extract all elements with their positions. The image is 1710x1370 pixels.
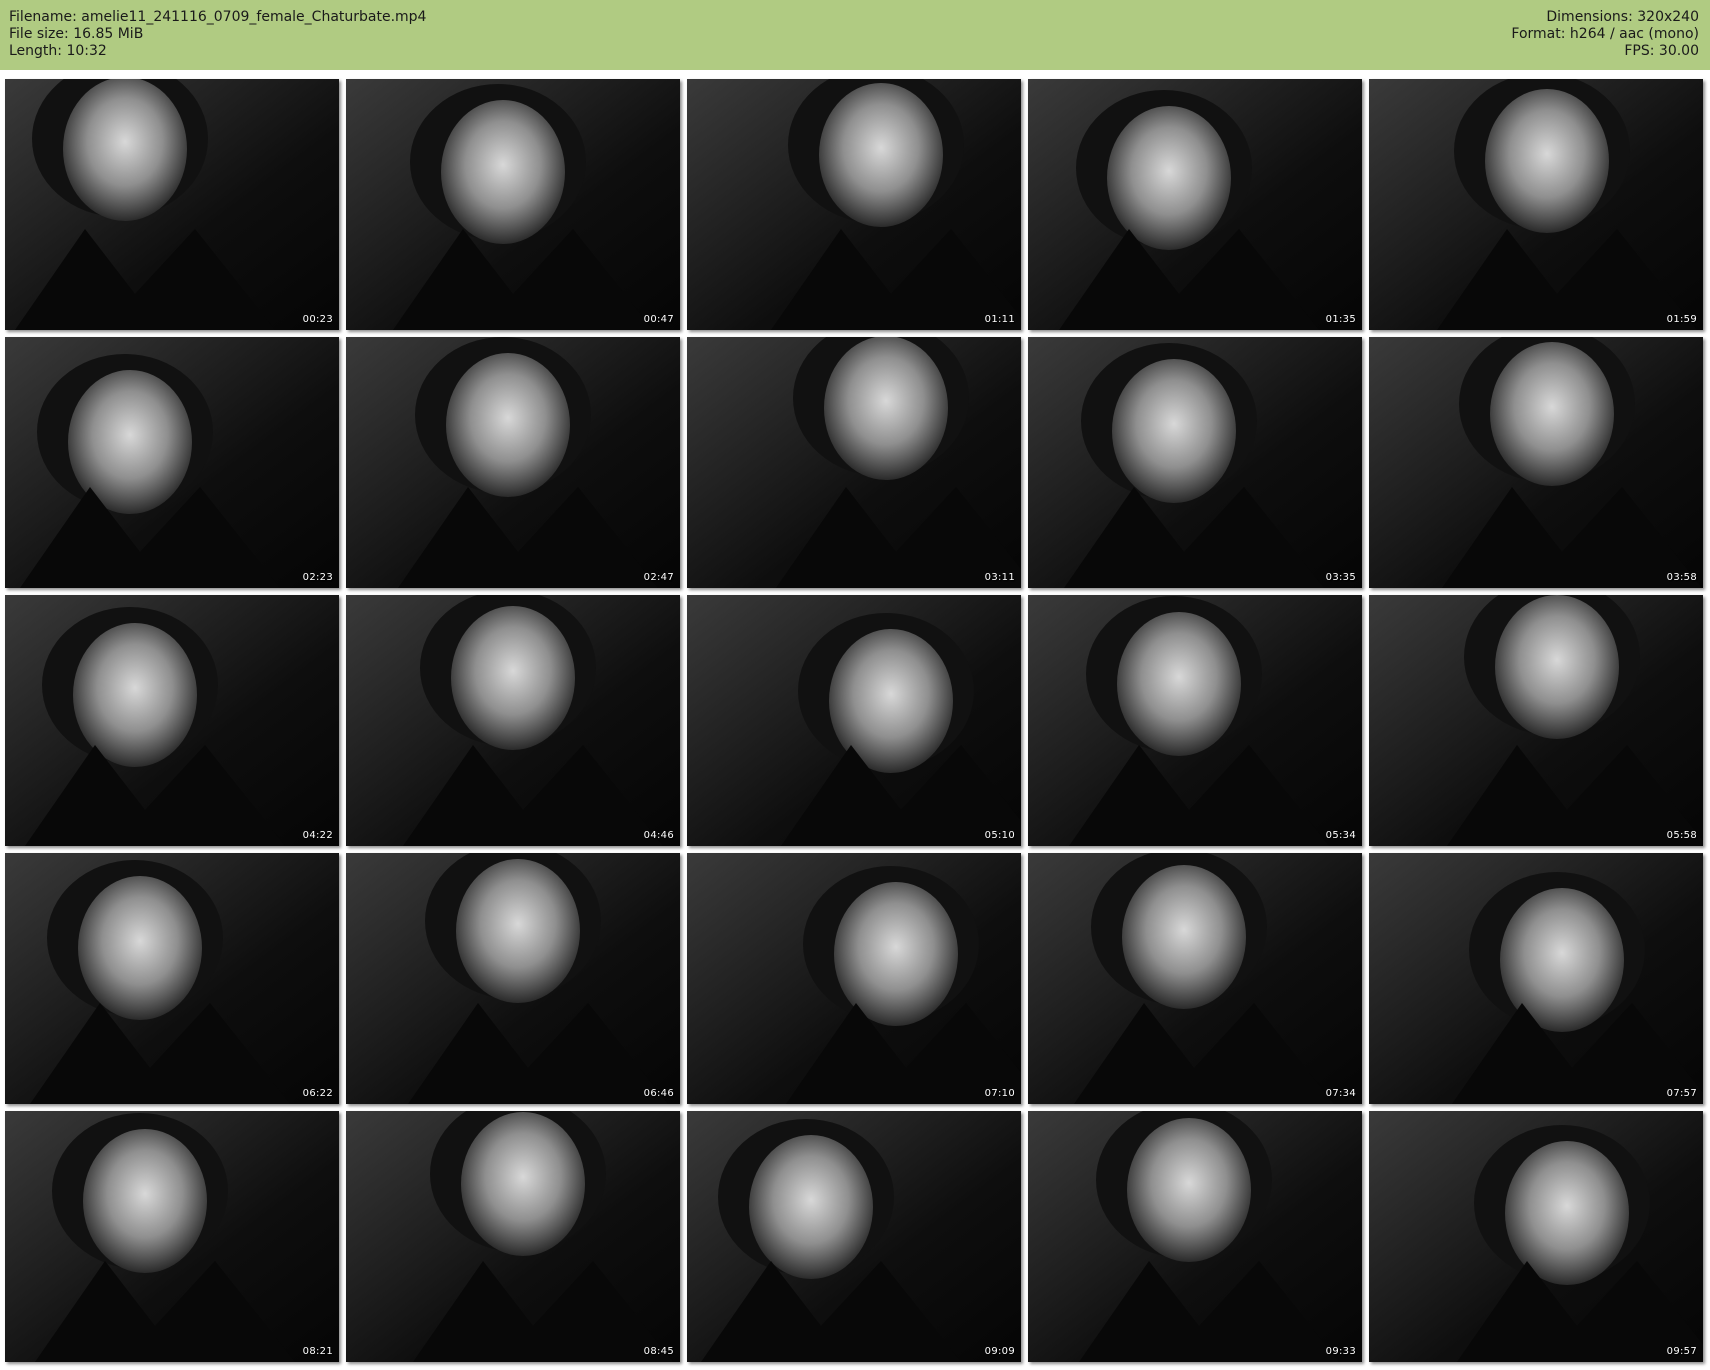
video-thumbnail: 00:23 <box>5 79 339 330</box>
file-info-right: Dimensions: 320x240 Format: h264 / aac (m… <box>1511 9 1699 60</box>
video-thumbnail: 04:46 <box>346 595 680 846</box>
frame-image <box>5 595 339 846</box>
video-thumbnail: 05:58 <box>1369 595 1703 846</box>
timestamp-label: 06:22 <box>302 1088 333 1099</box>
timestamp-label: 07:57 <box>1666 1088 1697 1099</box>
timestamp-label: 01:59 <box>1666 314 1697 325</box>
frame-image <box>687 1111 1021 1362</box>
video-thumbnail: 09:57 <box>1369 1111 1703 1362</box>
format-text: Format: h264 / aac (mono) <box>1511 26 1699 42</box>
timestamp-label: 04:22 <box>302 830 333 841</box>
length-text: Length: 10:32 <box>9 43 107 59</box>
filename-text: Filename: amelie11_241116_0709_female_Ch… <box>9 9 427 25</box>
timestamp-label: 09:09 <box>984 1346 1015 1357</box>
video-thumbnail: 09:33 <box>1028 1111 1362 1362</box>
video-thumbnail: 05:10 <box>687 595 1021 846</box>
frame-image <box>1369 595 1703 846</box>
video-thumbnail: 04:22 <box>5 595 339 846</box>
frame-image <box>687 337 1021 588</box>
timestamp-label: 08:45 <box>643 1346 674 1357</box>
timestamp-label: 08:21 <box>302 1346 333 1357</box>
frame-image <box>1028 595 1362 846</box>
video-thumbnail: 03:58 <box>1369 337 1703 588</box>
frame-image <box>687 853 1021 1104</box>
timestamp-label: 09:33 <box>1325 1346 1356 1357</box>
filesize-text: File size: 16.85 MiB <box>9 26 144 42</box>
frame-image <box>5 853 339 1104</box>
video-thumbnail: 08:21 <box>5 1111 339 1362</box>
video-thumbnail: 01:11 <box>687 79 1021 330</box>
frame-image <box>346 79 680 330</box>
file-info-left: Filename: amelie11_241116_0709_female_Ch… <box>9 9 426 60</box>
frame-image <box>1369 853 1703 1104</box>
video-thumbnail: 00:47 <box>346 79 680 330</box>
timestamp-label: 00:47 <box>643 314 674 325</box>
frame-image <box>346 595 680 846</box>
timestamp-label: 05:58 <box>1666 830 1697 841</box>
timestamp-label: 04:46 <box>643 830 674 841</box>
video-thumbnail: 03:35 <box>1028 337 1362 588</box>
frame-image <box>5 337 339 588</box>
timestamp-label: 07:10 <box>984 1088 1015 1099</box>
frame-image <box>346 1111 680 1362</box>
video-thumbnail: 08:45 <box>346 1111 680 1362</box>
timestamp-label: 06:46 <box>643 1088 674 1099</box>
timestamp-label: 00:23 <box>302 314 333 325</box>
video-thumbnail: 02:47 <box>346 337 680 588</box>
frame-image <box>687 595 1021 846</box>
video-thumbnail: 09:09 <box>687 1111 1021 1362</box>
timestamp-label: 09:57 <box>1666 1346 1697 1357</box>
timestamp-label: 05:34 <box>1325 830 1356 841</box>
frame-image <box>687 79 1021 330</box>
timestamp-label: 01:11 <box>984 314 1015 325</box>
frame-image <box>5 79 339 330</box>
timestamp-label: 07:34 <box>1325 1088 1356 1099</box>
video-thumbnail: 05:34 <box>1028 595 1362 846</box>
frame-image <box>1369 337 1703 588</box>
fps-text: FPS: 30.00 <box>1624 43 1699 59</box>
frame-image <box>346 337 680 588</box>
timestamp-label: 05:10 <box>984 830 1015 841</box>
video-thumbnail: 06:22 <box>5 853 339 1104</box>
video-thumbnail: 01:59 <box>1369 79 1703 330</box>
thumbnail-grid: 00:23 00:47 01:11 01:35 01:59 02:23 02:47 03:11… <box>5 79 1705 1366</box>
frame-image <box>1369 1111 1703 1362</box>
video-thumbnail: 07:34 <box>1028 853 1362 1104</box>
timestamp-label: 02:47 <box>643 572 674 583</box>
timestamp-label: 01:35 <box>1325 314 1356 325</box>
frame-image <box>1028 337 1362 588</box>
video-thumbnail: 03:11 <box>687 337 1021 588</box>
frame-image <box>1028 1111 1362 1362</box>
video-thumbnail: 01:35 <box>1028 79 1362 330</box>
timestamp-label: 02:23 <box>302 572 333 583</box>
frame-image <box>1028 79 1362 330</box>
dimensions-text: Dimensions: 320x240 <box>1546 9 1699 25</box>
frame-image <box>5 1111 339 1362</box>
frame-image <box>346 853 680 1104</box>
video-thumbnail: 02:23 <box>5 337 339 588</box>
timestamp-label: 03:58 <box>1666 572 1697 583</box>
video-thumbnail: 07:10 <box>687 853 1021 1104</box>
frame-image <box>1028 853 1362 1104</box>
video-thumbnail: 06:46 <box>346 853 680 1104</box>
timestamp-label: 03:11 <box>984 572 1015 583</box>
frame-image <box>1369 79 1703 330</box>
info-header: Filename: amelie11_241116_0709_female_Ch… <box>0 0 1710 70</box>
video-thumbnail: 07:57 <box>1369 853 1703 1104</box>
timestamp-label: 03:35 <box>1325 572 1356 583</box>
